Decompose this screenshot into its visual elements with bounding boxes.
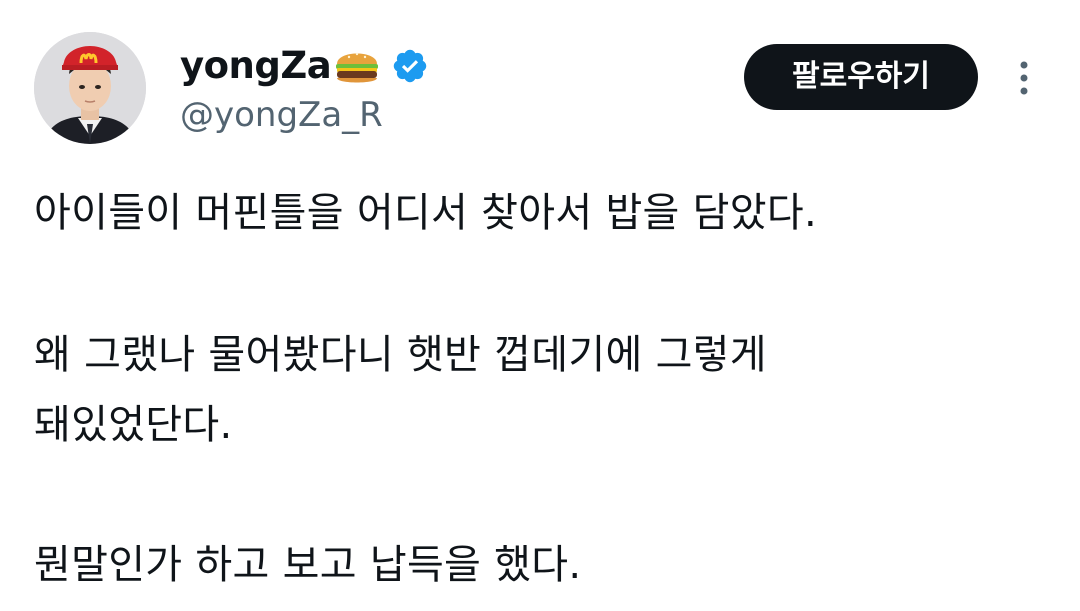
follow-button[interactable]: 팔로우하기 bbox=[744, 44, 978, 110]
hamburger-icon bbox=[333, 44, 381, 88]
tweet-text-line: 왜 그랬나 물어봤다니 햇반 껍데기에 그렇게 bbox=[34, 332, 767, 378]
profile-photo bbox=[34, 32, 146, 144]
verified-badge-icon[interactable] bbox=[391, 47, 429, 85]
avatar[interactable] bbox=[34, 32, 146, 144]
tweet-text-line: 돼있었단다. bbox=[34, 402, 233, 448]
tweet-text-line: 뭔말인가 하고 보고 납득을 했다. bbox=[34, 542, 582, 588]
tweet-text-line: 아이들이 머핀틀을 어디서 찾아서 밥을 담았다. bbox=[34, 190, 817, 236]
author-handle[interactable]: @yongZa_R bbox=[180, 92, 383, 138]
author-display-name[interactable]: yongZa bbox=[180, 40, 332, 92]
author-name-row: yongZa bbox=[180, 40, 429, 92]
more-vertical-icon[interactable] bbox=[1006, 56, 1042, 100]
